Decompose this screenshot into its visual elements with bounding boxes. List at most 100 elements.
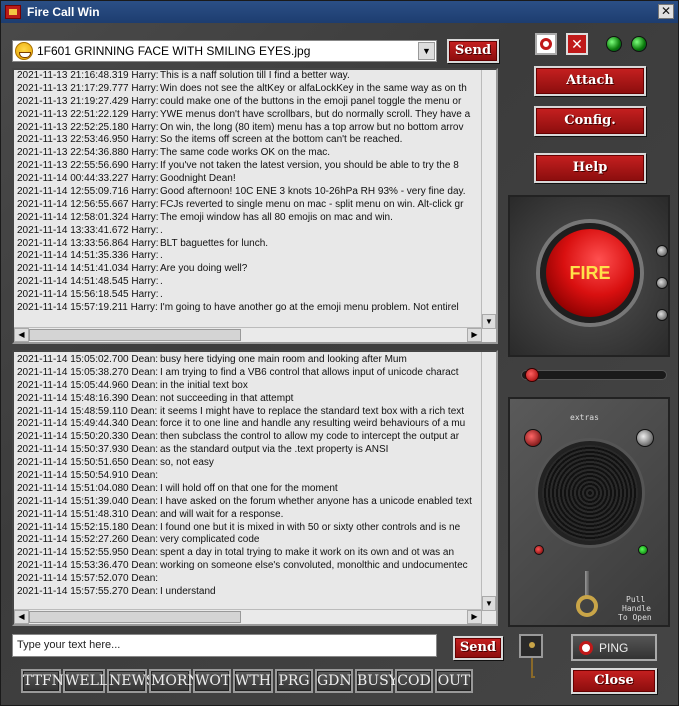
chat-timestamp: 2021-11-13 21:16:48.319 Harry: — [17, 70, 159, 81]
fire-button[interactable]: FIRE — [540, 223, 640, 323]
housing-knob-2 — [656, 277, 668, 289]
window-close-button[interactable]: ✕ — [658, 4, 674, 19]
ping-button[interactable]: PING — [571, 634, 657, 661]
close-button[interactable]: Close — [571, 668, 657, 694]
scroll-down-icon[interactable]: ▼ — [482, 314, 496, 329]
chat-message: This is a naff solution till I find a be… — [160, 70, 350, 81]
chat-message: FCJs reverted to single menu on mac - sp… — [160, 198, 464, 210]
chat-timestamp: 2021-11-14 15:05:02.700 Dean: — [17, 354, 159, 365]
chat-timestamp: 2021-11-14 15:53:36.470 Dean: — [17, 560, 159, 572]
chat-row: 2021-11-14 15:48:59.110 Dean: it seems I … — [14, 406, 481, 419]
chat-timestamp: 2021-11-14 15:51:48.310 Dean: — [17, 508, 159, 520]
chat-message: . — [160, 250, 163, 262]
chat-message: and will wait for a response. — [160, 508, 284, 520]
attach-button[interactable]: Attach — [534, 66, 646, 96]
chat-message: in the initial text box — [160, 379, 248, 391]
incoming-chat-list: 2021-11-13 21:16:48.319 Harry: This is a … — [14, 70, 481, 315]
outgoing-chat-pane[interactable]: 2021-11-14 15:05:02.700 Dean: busy here t… — [12, 350, 498, 626]
config-button[interactable]: Config. — [534, 106, 646, 136]
pull-handle[interactable] — [576, 571, 598, 617]
telegraph-key-icon[interactable] — [519, 634, 543, 658]
help-button[interactable]: Help — [534, 153, 646, 183]
chat-row: 2021-11-14 15:57:19.211 Harry: I'm going … — [14, 302, 481, 315]
outgoing-scroll-thumb[interactable] — [29, 611, 241, 623]
chat-message: The same code works OK on the mac. — [160, 147, 331, 159]
chat-row: 2021-11-14 15:51:39.040 Dean: I have aske… — [14, 496, 481, 509]
chat-timestamp: 2021-11-14 15:51:39.040 Dean: — [17, 495, 159, 507]
record-toggle-button[interactable] — [535, 33, 557, 55]
chat-timestamp: 2021-11-14 15:48:59.110 Dean: — [17, 405, 158, 417]
chat-row: 2021-11-14 00:44:33.227 Harry: Goodnight … — [14, 173, 481, 186]
chat-row: 2021-11-14 15:57:52.070 Dean: — [14, 573, 481, 586]
chat-message: could make one of the buttons in the emo… — [160, 95, 462, 107]
chat-message: . — [160, 289, 163, 301]
chat-message: it seems I might have to replace the sta… — [160, 405, 465, 417]
send-message-button[interactable]: Send — [453, 636, 503, 660]
chat-message: So the items off screen at the bottom ca… — [160, 134, 403, 146]
pull-ring-icon[interactable] — [576, 595, 598, 617]
quick-reply-morn[interactable]: MORN — [149, 669, 200, 693]
incoming-chat-pane[interactable]: 2021-11-13 21:16:48.319 Harry: This is a … — [12, 68, 498, 344]
extras-knob-right[interactable] — [636, 429, 654, 447]
chat-timestamp: 2021-11-14 12:55:09.716 Harry: — [17, 186, 159, 198]
quick-reply-news[interactable]: NEWS — [107, 669, 155, 693]
chat-message: Good afternoon! 10C ENE 3 knots 10-26hPa… — [160, 186, 466, 198]
quick-reply-prg[interactable]: PRG — [275, 669, 313, 693]
scroll-down-icon[interactable]: ▼ — [482, 596, 496, 611]
outgoing-horizontal-scrollbar[interactable]: ◀ ▶ — [14, 609, 482, 624]
chat-message: The emoji window has all 80 emojis on ma… — [160, 211, 393, 223]
incoming-scroll-thumb[interactable] — [29, 329, 241, 341]
scroll-right-icon[interactable]: ▶ — [467, 328, 482, 342]
chat-row: 2021-11-13 22:51:22.129 Harry: YWE menus … — [14, 109, 481, 122]
chat-message: I am trying to find a VB6 control that a… — [160, 366, 459, 378]
chat-row: 2021-11-14 15:50:54.910 Dean: — [14, 470, 481, 483]
scroll-left-icon[interactable]: ◀ — [14, 610, 29, 624]
quick-reply-out[interactable]: OUT — [435, 669, 473, 693]
telegraph-wire — [531, 658, 535, 678]
extras-knob-left[interactable] — [524, 429, 542, 447]
chat-message: force it to one line and handle any resu… — [160, 418, 466, 430]
volume-slider-handle[interactable] — [525, 368, 539, 382]
attachment-filename: 1F601 GRINNING FACE WITH SMILING EYES.jp… — [37, 44, 311, 58]
chat-row: 2021-11-14 15:50:37.930 Dean: as the stan… — [14, 444, 481, 457]
chat-row: 2021-11-13 22:54:36.880 Harry: The same c… — [14, 147, 481, 160]
quick-reply-ttfn[interactable]: TTFN — [21, 669, 64, 693]
chat-row: 2021-11-13 21:17:29.777 Harry: Win does n… — [14, 83, 481, 96]
chat-row: 2021-11-14 15:50:51.650 Dean: so, not eas… — [14, 457, 481, 470]
chat-timestamp: 2021-11-13 22:54:36.880 Harry: — [17, 147, 159, 159]
telegraph-key-knob — [529, 642, 535, 648]
chat-row: 2021-11-14 15:50:20.330 Dean: then subcla… — [14, 431, 481, 444]
scroll-right-icon[interactable]: ▶ — [467, 610, 482, 624]
chat-row: 2021-11-14 15:52:15.180 Dean: I found one… — [14, 522, 481, 535]
incoming-vertical-scrollbar[interactable]: ▼ — [481, 70, 496, 329]
chat-timestamp: 2021-11-14 15:57:52.070 Dean: — [17, 573, 159, 585]
clear-x-button[interactable]: ✕ — [566, 33, 588, 55]
pull-label-line3: To Open — [618, 613, 652, 622]
volume-slider[interactable] — [521, 368, 667, 382]
chat-row: 2021-11-14 13:33:56.864 Harry: BLT baguet… — [14, 238, 481, 251]
chat-row: 2021-11-14 12:56:55.667 Harry: FCJs rever… — [14, 199, 481, 212]
quick-reply-well[interactable]: WELL — [63, 669, 108, 693]
quick-reply-busy[interactable]: BUSY — [355, 669, 398, 693]
quick-reply-gdn[interactable]: GDN — [315, 669, 353, 693]
attachment-select[interactable]: 1F601 GRINNING FACE WITH SMILING EYES.jp… — [12, 40, 437, 62]
chat-row: 2021-11-13 21:19:27.429 Harry: could make… — [14, 96, 481, 109]
quick-reply-wot[interactable]: WOT — [193, 669, 231, 693]
chat-message: Win does not see the altKey or alfaLockK… — [160, 82, 467, 94]
message-input[interactable]: Type your text here... — [12, 634, 437, 657]
scroll-left-icon[interactable]: ◀ — [14, 328, 29, 342]
chat-message: Goodnight Dean! — [160, 173, 236, 185]
quick-reply-bar: TTFN WELL NEWS MORN WOT WTH PRG GDN BUSY COD OUT — [21, 669, 473, 693]
chat-timestamp: 2021-11-14 12:56:55.667 Harry: — [17, 198, 159, 210]
chat-row: 2021-11-14 15:57:55.270 Dean: I understan… — [14, 586, 481, 599]
housing-knob-1 — [656, 245, 668, 257]
chevron-down-icon[interactable]: ▼ — [418, 42, 435, 60]
grinning-emoji-icon — [15, 42, 33, 60]
quick-reply-wth[interactable]: WTH — [233, 669, 273, 693]
chat-message: I found one but it is mixed in with 50 o… — [160, 521, 461, 533]
quick-reply-cod[interactable]: COD — [395, 669, 433, 693]
chat-timestamp: 2021-11-14 15:51:04.080 Dean: — [17, 482, 159, 494]
send-attachment-button[interactable]: Send — [447, 39, 499, 63]
outgoing-vertical-scrollbar[interactable]: ▼ — [481, 352, 496, 611]
incoming-horizontal-scrollbar[interactable]: ◀ ▶ — [14, 327, 482, 342]
